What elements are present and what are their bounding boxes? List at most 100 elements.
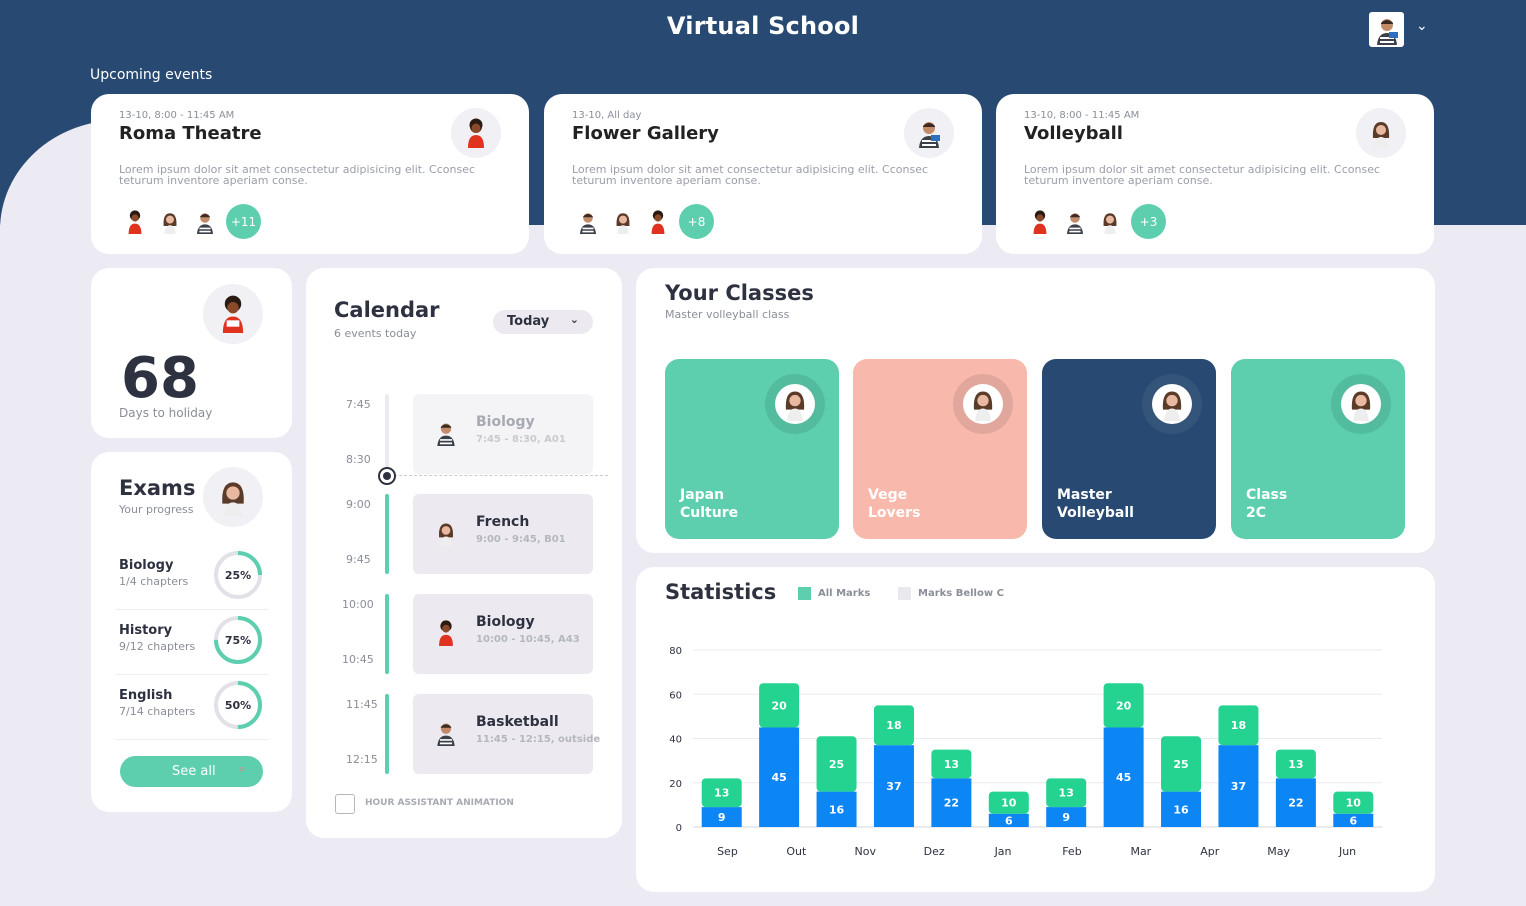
time-label: 9:45 [346,553,371,566]
x-tick-label: Jan [994,845,1012,858]
x-tick-label: May [1267,845,1290,858]
x-tick-label: Jun [1338,845,1356,858]
class-avatar-ring [1331,374,1391,434]
class-tile[interactable]: Master Volleyball [1042,359,1216,539]
class-name-line2: Lovers [868,505,921,521]
exam-progress-ring: 75% [214,616,262,664]
woman-red-avatar-icon [128,209,142,234]
days-to-holiday-label: Days to holiday [119,406,213,420]
event-attendees: +3 [1024,204,1166,239]
event-title: Flower Gallery [572,123,719,144]
user-avatar[interactable] [1369,12,1404,47]
attendee-avatar [154,205,186,238]
calendar-subtitle: 6 events today [334,327,417,340]
woman-avatar-icon [438,523,454,546]
event-card[interactable]: 13-10, 8:00 - 11:45 AM Volleyball Lorem … [996,94,1434,254]
calendar-event-time: 10:00 - 10:45, A43 [476,634,580,645]
calendar-event[interactable]: Biology 10:00 - 10:45, A43 [413,594,593,674]
exam-progress-ring: 50% [214,681,262,729]
exam-chapters: 1/4 chapters [119,575,189,588]
exams-avatar [203,467,263,527]
woman-avatar-icon [616,212,630,234]
exams-subtitle: Your progress [119,503,194,516]
class-avatar-ring [953,374,1013,434]
attendee-avatar [642,205,674,238]
timeline-bar [385,394,389,474]
exam-progress-ring: 25% [214,551,262,599]
bar-value-label: 25 [829,758,844,771]
bar-value-label: 10 [1346,797,1362,810]
event-attendees: +8 [572,204,714,239]
exam-row[interactable]: History 9/12 chapters 75% [115,615,269,675]
exam-percent: 50% [225,699,251,712]
class-tile[interactable]: Class 2C [1231,359,1405,539]
event-description: Lorem ipsum dolor sit amet consectetur a… [119,163,476,187]
calendar-range-select[interactable]: Today ⌄ [493,310,593,334]
event-avatar [431,618,461,648]
exam-subject: English [119,688,173,703]
timeline-bar [385,694,389,774]
bar-value-label: 18 [1231,719,1246,732]
timeline-bar [385,494,389,574]
class-name-line1: Japan [680,487,725,503]
class-tile[interactable]: Japan Culture [665,359,839,539]
upcoming-events-label: Upcoming events [90,67,213,83]
class-name-line2: Culture [680,505,739,521]
calendar-event[interactable]: French 9:00 - 9:45, B01 [413,494,593,574]
exam-chapters: 7/14 chapters [119,705,196,718]
time-label: 9:00 [346,498,371,511]
more-attendees-badge[interactable]: +11 [226,204,261,239]
time-label: 11:45 [346,698,378,711]
class-name-line1: Master [1057,487,1112,503]
x-tick-label: Mar [1130,845,1151,858]
event-date: 13-10, All day [572,110,642,121]
class-avatar [1152,384,1192,424]
attendee-avatar [1094,205,1126,238]
hour-assistant-checkbox[interactable] [335,794,355,814]
y-tick-label: 20 [669,779,682,790]
event-card[interactable]: 13-10, All day Flower Gallery Lorem ipsu… [544,94,982,254]
class-name-line2: Volleyball [1057,505,1134,521]
calendar-event-time: 11:45 - 12:15, outside [476,734,601,745]
man-avatar-icon [437,423,455,446]
account-chevron-down-icon[interactable]: ⌄ [1416,18,1428,34]
x-tick-label: Out [786,845,807,858]
event-host-avatar [904,108,954,158]
bar-value-label: 9 [718,811,726,824]
classes-subtitle: Master volleyball class [665,308,790,321]
legend-item-all-marks[interactable]: All Marks [798,587,870,600]
x-tick-label: Feb [1062,845,1081,858]
exam-row[interactable]: English 7/14 chapters 50% [115,680,269,740]
time-label: 10:45 [342,653,374,666]
calendar-event[interactable]: Basketball 11:45 - 12:15, outside [413,694,600,774]
event-card[interactable]: 13-10, 8:00 - 11:45 AM Roma Theatre Lore… [91,94,529,254]
event-avatar [431,418,461,448]
class-tile[interactable]: Vege Lovers [853,359,1027,539]
see-all-button[interactable]: See all » [120,756,263,787]
exam-row[interactable]: Biology 1/4 chapters 25% [115,550,269,610]
time-label: 10:00 [342,598,374,611]
calendar-event-name: Biology [476,414,535,430]
event-title: Volleyball [1024,123,1123,144]
event-date: 13-10, 8:00 - 11:45 AM [1024,110,1140,121]
calendar-event[interactable]: Biology 7:45 - 8:30, A01 [413,394,593,474]
attendee-avatar [1059,205,1091,238]
exam-percent: 75% [225,634,251,647]
exam-chapters: 9/12 chapters [119,640,196,653]
days-to-holiday-count: 68 [121,346,199,411]
class-name-line1: Class [1246,487,1288,503]
more-attendees-badge[interactable]: +8 [679,204,714,239]
more-attendees-badge[interactable]: +3 [1131,204,1166,239]
time-label: 8:30 [346,453,371,466]
woman-red-avatar-icon [222,295,244,333]
event-title: Roma Theatre [119,123,262,144]
woman-avatar-icon [1351,391,1371,421]
class-avatar-ring [1142,374,1202,434]
legend-swatch [798,587,811,600]
bar-value-label: 16 [829,803,845,816]
class-name: Vege Lovers [868,486,978,522]
class-avatar [963,384,1003,424]
woman-avatar-icon [1162,391,1182,421]
legend-item-marks-below-c[interactable]: Marks Bellow C [898,587,1004,600]
statistics-card: 0 20 40 60 80 9 13 45 20 16 25 37 18 22 13 6 10 9 13 45 20 16… [636,567,1435,892]
